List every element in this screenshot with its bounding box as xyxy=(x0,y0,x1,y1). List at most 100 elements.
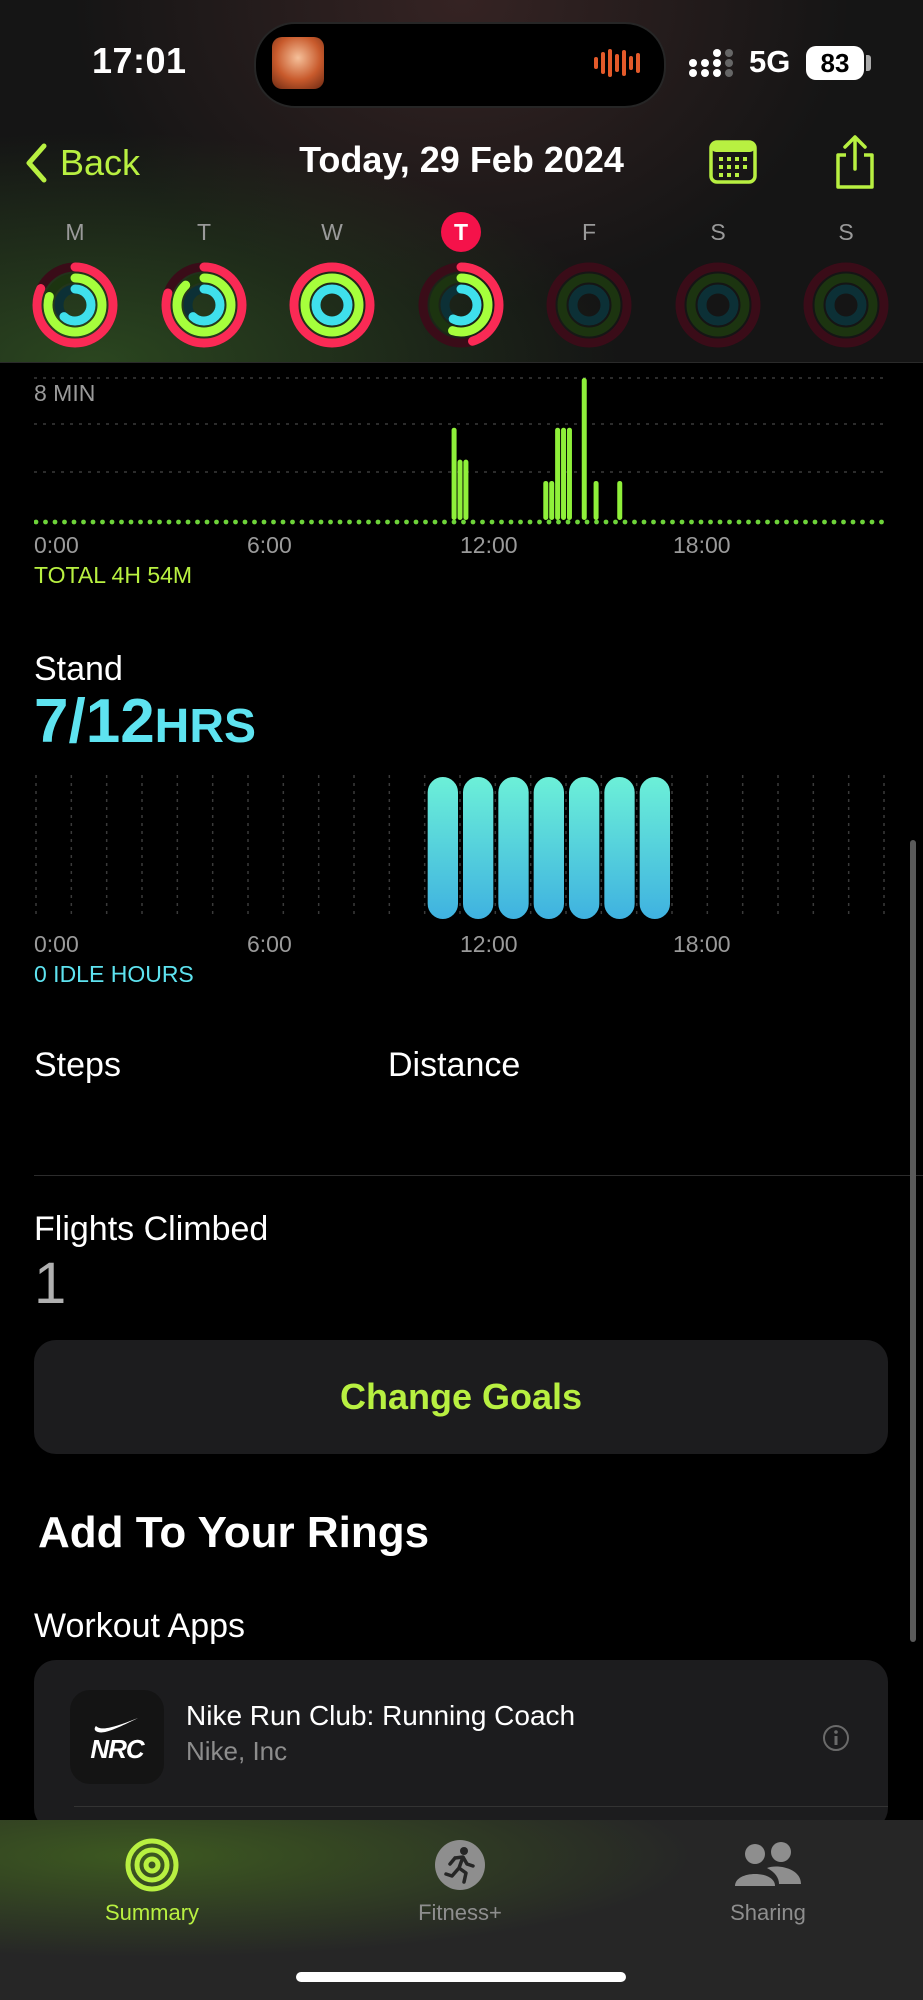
baseline-dot xyxy=(461,519,466,525)
activity-rings-day-4[interactable] xyxy=(544,260,634,350)
baseline-dot xyxy=(432,519,438,525)
activity-rings-day-2[interactable] xyxy=(287,260,377,350)
weekday-3[interactable]: T xyxy=(416,212,506,252)
baseline-dot xyxy=(34,519,39,525)
share-button[interactable] xyxy=(832,133,878,191)
baseline-dot xyxy=(309,519,314,525)
back-button[interactable]: Back xyxy=(24,138,140,188)
weekday-6[interactable]: S xyxy=(801,212,891,252)
info-icon[interactable] xyxy=(822,1724,850,1752)
baseline-dot xyxy=(318,519,324,525)
x-tick-label: 6:00 xyxy=(247,532,292,558)
baseline-dot xyxy=(138,519,143,525)
stand-chart xyxy=(35,775,885,919)
baseline-dot xyxy=(632,519,637,525)
calendar-button[interactable] xyxy=(708,138,758,186)
baseline-dot xyxy=(831,519,837,525)
baseline-dot xyxy=(413,519,419,525)
stand-hour-bar xyxy=(639,777,670,919)
activity-rings-day-3[interactable] xyxy=(416,260,506,350)
baseline-dot xyxy=(252,519,257,525)
stand-title: Stand xyxy=(34,650,123,688)
baseline-dot xyxy=(166,519,172,525)
stand-hour-bar xyxy=(533,777,564,919)
distance-label: Distance xyxy=(388,1046,521,1084)
baseline-dot xyxy=(404,519,409,525)
exercise-bar xyxy=(543,480,549,520)
tab-sharing[interactable]: Sharing xyxy=(668,1838,868,1926)
x-tick-label: 0:00 xyxy=(34,931,79,957)
stand-idle-hours: 0 IDLE HOURS xyxy=(34,961,194,987)
baseline-dot xyxy=(337,519,343,525)
share-icon xyxy=(836,135,874,189)
exercise-bar xyxy=(617,480,623,520)
baseline-dot xyxy=(708,519,713,525)
baseline-dot xyxy=(185,519,191,525)
app-name: Nike Run Club: Running Coach xyxy=(186,1700,576,1731)
tab-sharing-label: Sharing xyxy=(730,1900,806,1925)
now-playing-artwork[interactable] xyxy=(272,37,324,89)
x-tick-label: 18:00 xyxy=(673,532,731,558)
battery-tip xyxy=(866,55,871,71)
workout-apps-label: Workout Apps xyxy=(34,1607,246,1645)
exercise-bar xyxy=(566,427,572,520)
tab-summary[interactable]: Summary xyxy=(52,1838,252,1926)
baseline-dot xyxy=(594,519,599,525)
activity-rings-day-0[interactable] xyxy=(30,260,120,350)
weekday-label: W xyxy=(321,219,343,245)
exercise-bar xyxy=(451,427,457,520)
baseline-dot xyxy=(442,519,447,525)
baseline-dot xyxy=(271,519,276,525)
baseline-dot xyxy=(565,519,571,525)
baseline-dot xyxy=(204,519,210,525)
x-tick-label: 18:00 xyxy=(673,931,731,957)
weekday-0[interactable]: M xyxy=(30,212,120,252)
baseline-dot xyxy=(641,519,647,525)
baseline-dot xyxy=(537,519,542,525)
baseline-dot xyxy=(147,519,153,525)
baseline-dot xyxy=(613,519,618,525)
baseline-dot xyxy=(480,519,485,525)
exercise-bar xyxy=(561,427,567,520)
exercise-chart xyxy=(34,377,886,525)
runner-icon xyxy=(435,1840,485,1890)
baseline-dot xyxy=(546,519,552,525)
weekday-1[interactable]: T xyxy=(159,212,249,252)
weekday-label: T xyxy=(441,212,481,252)
baseline-dot xyxy=(812,519,818,525)
activity-rings-day-6[interactable] xyxy=(801,260,891,350)
baseline-dot xyxy=(242,519,248,525)
baseline-dot xyxy=(128,519,134,525)
weekday-4[interactable]: F xyxy=(544,212,634,252)
change-goals-button[interactable]: Change Goals xyxy=(34,1340,888,1454)
home-indicator[interactable] xyxy=(296,1972,626,1982)
stand-unit: HRS xyxy=(154,700,257,753)
activity-rings-day-5[interactable] xyxy=(673,260,763,350)
baseline-dot xyxy=(746,519,751,525)
back-label: Back xyxy=(60,142,141,183)
baseline-dot xyxy=(670,519,675,525)
flights-climbed-value: 1 xyxy=(34,1251,67,1316)
audio-waveform-icon xyxy=(594,48,640,78)
stand-hour-bar xyxy=(498,777,529,919)
baseline-dot xyxy=(214,519,219,525)
card-divider xyxy=(74,1806,888,1807)
scrollbar[interactable] xyxy=(910,840,916,1642)
activity-rings-day-1[interactable] xyxy=(159,260,249,350)
baseline-dot xyxy=(869,519,875,525)
calendar-icon xyxy=(709,140,757,184)
exercise-bar xyxy=(549,480,555,520)
chevron-left-icon xyxy=(26,143,47,183)
workout-app-card[interactable]: NRC Nike Run Club: Running Coach Nike, I… xyxy=(34,1660,888,1830)
weekday-5[interactable]: S xyxy=(673,212,763,252)
x-tick-label: 0:00 xyxy=(34,532,79,558)
tab-fitness-plus[interactable]: Fitness+ xyxy=(360,1838,560,1926)
x-tick-label: 6:00 xyxy=(247,931,292,957)
nike-run-club-app-icon: NRC xyxy=(70,1690,164,1784)
baseline-dot xyxy=(299,519,305,525)
baseline-dot xyxy=(622,519,628,525)
stand-value: 7/12HRS xyxy=(34,686,256,757)
app-developer: Nike, Inc xyxy=(186,1736,288,1766)
weekday-2[interactable]: W xyxy=(287,212,377,252)
baseline-dot xyxy=(109,519,115,525)
